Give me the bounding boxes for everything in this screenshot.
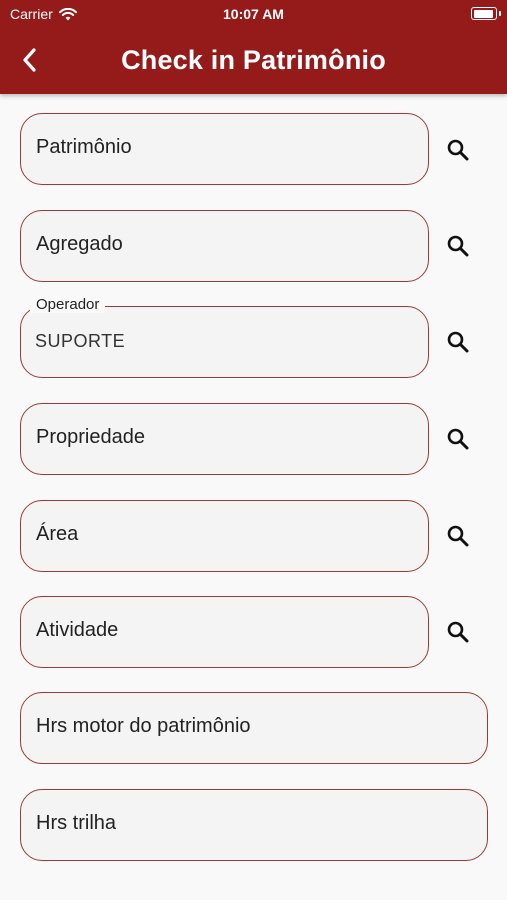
operador-search-button[interactable] <box>444 328 472 356</box>
battery-icon <box>471 7 501 20</box>
status-time: 10:07 AM <box>223 6 284 22</box>
area-search-button[interactable] <box>444 522 472 550</box>
battery-level <box>473 9 493 18</box>
search-icon <box>447 139 469 161</box>
atividade-placeholder: Atividade <box>36 619 119 641</box>
search-icon <box>447 428 469 450</box>
page-title: Check in Patrimônio <box>121 45 386 75</box>
search-icon <box>447 331 469 353</box>
propriedade-search-button[interactable] <box>444 425 472 453</box>
area-field[interactable]: Área <box>20 500 429 572</box>
search-icon <box>447 235 469 257</box>
hrs-trilha-placeholder: Hrs trilha <box>36 812 117 834</box>
patrimonio-field[interactable]: Patrimônio <box>20 113 429 185</box>
search-icon <box>447 525 469 547</box>
status-bar: Carrier 10:07 AM <box>0 0 507 28</box>
area-placeholder: Área <box>36 523 79 545</box>
propriedade-placeholder: Propriedade <box>36 426 145 448</box>
agregado-placeholder: Agregado <box>36 233 123 255</box>
operador-value: SUPORTE <box>35 331 126 351</box>
patrimonio-search-button[interactable] <box>444 136 472 164</box>
patrimonio-placeholder: Patrimônio <box>36 136 132 158</box>
operador-label: Operador <box>30 296 106 313</box>
propriedade-field[interactable]: Propriedade <box>20 403 429 475</box>
hrs-motor-field[interactable]: Hrs motor do patrimônio <box>20 692 488 764</box>
atividade-search-button[interactable] <box>444 618 472 646</box>
operador-field[interactable]: SUPORTE <box>20 306 429 378</box>
atividade-field[interactable]: Atividade <box>20 596 429 668</box>
agregado-field[interactable]: Agregado <box>20 210 429 282</box>
hrs-trilha-field[interactable]: Hrs trilha <box>20 789 488 861</box>
hrs-motor-placeholder: Hrs motor do patrimônio <box>36 715 251 737</box>
search-icon <box>447 621 469 643</box>
app-bar: Carrier 10:07 AM Check in Patrimônio <box>0 0 507 94</box>
agregado-search-button[interactable] <box>444 232 472 260</box>
